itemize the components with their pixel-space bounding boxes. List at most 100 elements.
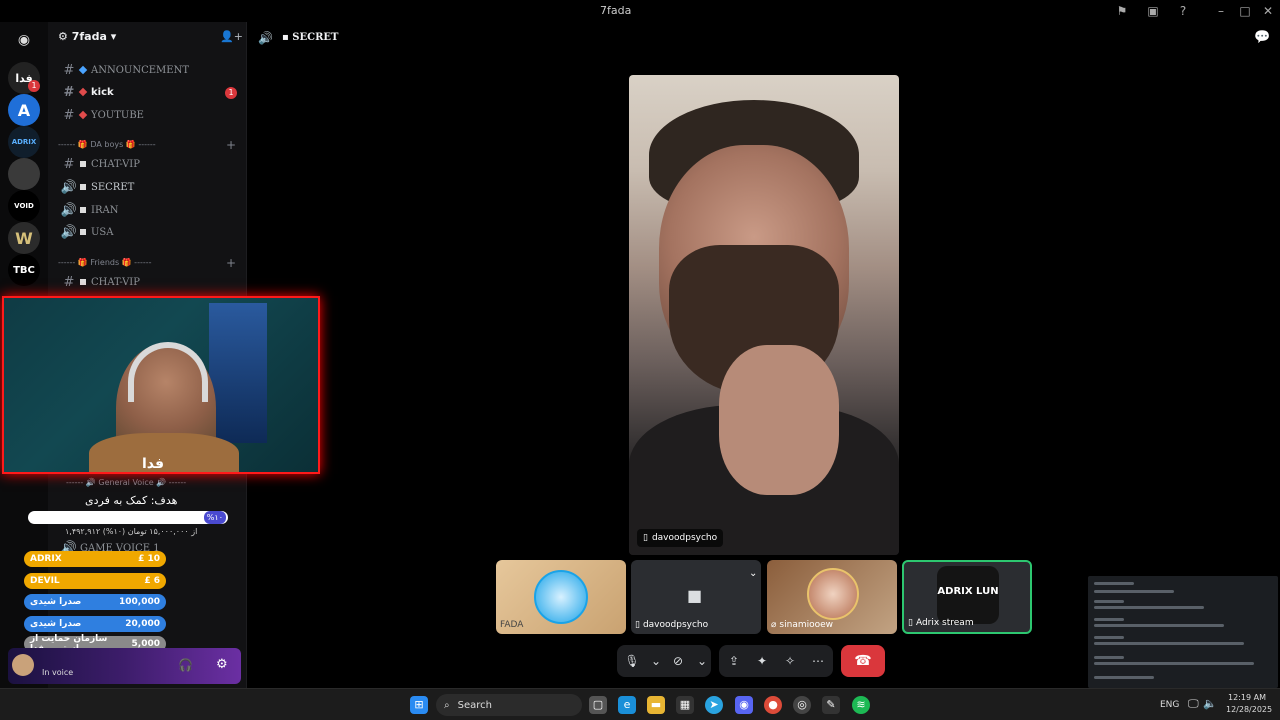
speaker-icon: 🔊 xyxy=(60,202,78,218)
chat-icon[interactable]: 💬 xyxy=(1254,30,1270,45)
microphone-icon[interactable]: 🎙 xyxy=(623,652,641,670)
donor-row: ADRIX £ 10 xyxy=(24,551,166,567)
donation-goal-amount: ۱,۴۹۲,۹۱۲ از ۱۵,۰۰۰,۰۰۰ تومان (۱۰%) xyxy=(65,527,198,536)
server-icon-eagle[interactable] xyxy=(8,158,40,190)
inbox-icon[interactable]: ⚑ xyxy=(1114,3,1130,19)
participant-tile-sinamiooew[interactable]: ⌀ sinamiooew xyxy=(767,560,897,634)
avatar[interactable] xyxy=(12,654,34,676)
avatar xyxy=(807,568,859,620)
minimize-icon[interactable]: – xyxy=(1213,3,1229,19)
server-icon-void[interactable]: VOID xyxy=(8,190,40,222)
obs-icon[interactable]: ◎ xyxy=(793,696,811,714)
category-general-voice[interactable]: ------ 🔊 General Voice 🔊 ------ xyxy=(66,478,186,487)
window-title: 7fada xyxy=(600,4,632,17)
search-icon: ⌕ xyxy=(444,699,450,711)
chrome-icon[interactable]: ● xyxy=(764,696,782,714)
add-channel-icon[interactable]: + xyxy=(226,256,236,270)
participant-tile-fada[interactable]: FADA xyxy=(496,560,626,634)
channel-youtube[interactable]: # YOUTUBE xyxy=(58,105,238,125)
hash-icon: # xyxy=(63,62,75,78)
more-icon[interactable]: ⋯ xyxy=(809,652,827,670)
channel-secret[interactable]: 🔊 SECRET xyxy=(58,177,238,197)
streamer-webcam-overlay: فدا xyxy=(2,296,320,474)
channel-friends-chat-vip[interactable]: # CHAT-VIP xyxy=(58,272,238,292)
server-name[interactable]: ⚙ 7fada ▾ xyxy=(58,30,116,43)
channel-chat-vip[interactable]: # CHAT-VIP xyxy=(58,154,238,174)
phone-icon: ▯ xyxy=(643,533,648,543)
category-da-boys[interactable]: ------ 🎁 DA boys 🎁 ------ xyxy=(58,140,156,149)
close-icon[interactable]: ✕ xyxy=(1260,3,1276,19)
server-icon-tbc[interactable]: TBC xyxy=(8,254,40,286)
network-icon[interactable]: 🖵 xyxy=(1188,697,1199,711)
phone-icon: ▯ xyxy=(635,620,640,630)
donation-goal-percent: %۱۰ xyxy=(203,511,226,524)
donation-goal-title: هدف: کمک به فردی xyxy=(85,494,178,507)
participant-tile-davoodpsycho[interactable]: ■ ⌄ 👥 ▯davoodpsycho xyxy=(631,560,761,634)
avatar xyxy=(534,570,588,624)
store-icon[interactable]: ▦ xyxy=(676,696,694,714)
app-icon[interactable]: ✎ xyxy=(822,696,840,714)
server-badge: 1 xyxy=(28,80,40,92)
camera-off-icon: ■ xyxy=(687,586,703,605)
clock-time[interactable]: 12:19 AM xyxy=(1228,693,1266,702)
donor-name: ADRIX xyxy=(30,554,62,564)
spotify-icon[interactable]: ≋ xyxy=(852,696,870,714)
chevron-down-icon[interactable]: ⌄ xyxy=(697,652,707,670)
activities-icon[interactable]: ✦ xyxy=(753,652,771,670)
disconnect-button[interactable]: ☎ xyxy=(841,645,885,677)
donor-amount: £ 6 xyxy=(144,576,160,586)
chevron-down-icon[interactable]: ⌄ xyxy=(651,652,661,670)
participant-tile-adrix-stream[interactable]: ADRIX LUN ▯ Adrix stream xyxy=(902,560,1032,634)
clock-date[interactable]: 12/28/2025 xyxy=(1226,705,1272,714)
main-video-stream[interactable]: ▯ davoodpsycho xyxy=(629,75,899,555)
main-video-label: ▯ davoodpsycho xyxy=(637,529,724,547)
language-indicator[interactable]: ENG xyxy=(1160,700,1179,710)
gear-icon[interactable]: ⚙ xyxy=(216,657,228,672)
donor-name: صدرا شیدی xyxy=(30,619,82,629)
channel-usa[interactable]: 🔊 USA xyxy=(58,222,238,242)
hangup-icon: ☎ xyxy=(854,653,872,669)
edge-icon[interactable]: e xyxy=(618,696,636,714)
screen-icon[interactable]: ▣ xyxy=(1145,3,1161,19)
diamond-icon xyxy=(78,65,88,75)
discord-home-icon[interactable]: ◉ xyxy=(8,24,40,56)
task-view-icon[interactable]: ▢ xyxy=(589,696,607,714)
hash-icon: # xyxy=(63,84,75,100)
channel-kick[interactable]: # kick xyxy=(58,82,238,102)
call-controls: 🎙 ⌄ ⊘ ⌄ ⇪ ✦ ✧ ⋯ ☎ xyxy=(617,645,885,677)
folder-icon[interactable]: ▬ xyxy=(647,696,665,714)
invite-icon[interactable]: 👤+ xyxy=(220,30,243,43)
start-icon[interactable]: ⊞ xyxy=(410,696,428,714)
channel-iran[interactable]: 🔊 IRAN xyxy=(58,200,238,220)
soundboard-icon[interactable]: ✧ xyxy=(781,652,799,670)
headphones-icon[interactable]: 🎧 xyxy=(178,658,193,672)
channel-announcement[interactable]: # ANNOUNCEMENT xyxy=(58,60,238,80)
donor-amount: £ 10 xyxy=(138,554,160,564)
speaker-icon: 🔊 xyxy=(60,179,78,195)
donor-row: صدرا شیدی 20,000 xyxy=(24,616,166,632)
telegram-icon[interactable]: ➤ xyxy=(705,696,723,714)
donor-amount: 20,000 xyxy=(125,619,160,629)
donor-amount: 100,000 xyxy=(119,597,160,607)
phone-icon: ▯ xyxy=(908,618,913,628)
camera-off-icon[interactable]: ⊘ xyxy=(669,652,687,670)
server-icon-w[interactable]: W xyxy=(8,222,40,254)
hash-icon: # xyxy=(63,107,75,123)
maximize-icon[interactable]: □ xyxy=(1237,3,1253,19)
add-channel-icon[interactable]: + xyxy=(226,138,236,152)
link-icon: ⌀ xyxy=(771,620,777,630)
search-input[interactable]: ⌕ Search xyxy=(436,694,582,716)
share-screen-icon[interactable]: ⇪ xyxy=(725,652,743,670)
server-icon-a[interactable]: A xyxy=(8,94,40,126)
discord-icon[interactable]: ◉ xyxy=(735,696,753,714)
server-icon-adrix[interactable]: ADRIX xyxy=(8,126,40,158)
category-friends[interactable]: ------ 🎁 Friends 🎁 ------ xyxy=(58,258,152,267)
stream-chat-overlay xyxy=(1088,576,1278,688)
donor-row: صدرا شیدی 100,000 xyxy=(24,594,166,610)
help-icon[interactable]: ? xyxy=(1175,3,1191,19)
chevron-down-icon[interactable]: ⌄ xyxy=(749,568,757,579)
volume-icon[interactable]: 🔈 xyxy=(1203,697,1217,710)
avatar: ADRIX LUN xyxy=(937,566,999,624)
speaker-icon: 🔊 xyxy=(60,224,78,240)
channel-header: 🔊 ▪ SECRET 💬 xyxy=(248,22,1280,56)
